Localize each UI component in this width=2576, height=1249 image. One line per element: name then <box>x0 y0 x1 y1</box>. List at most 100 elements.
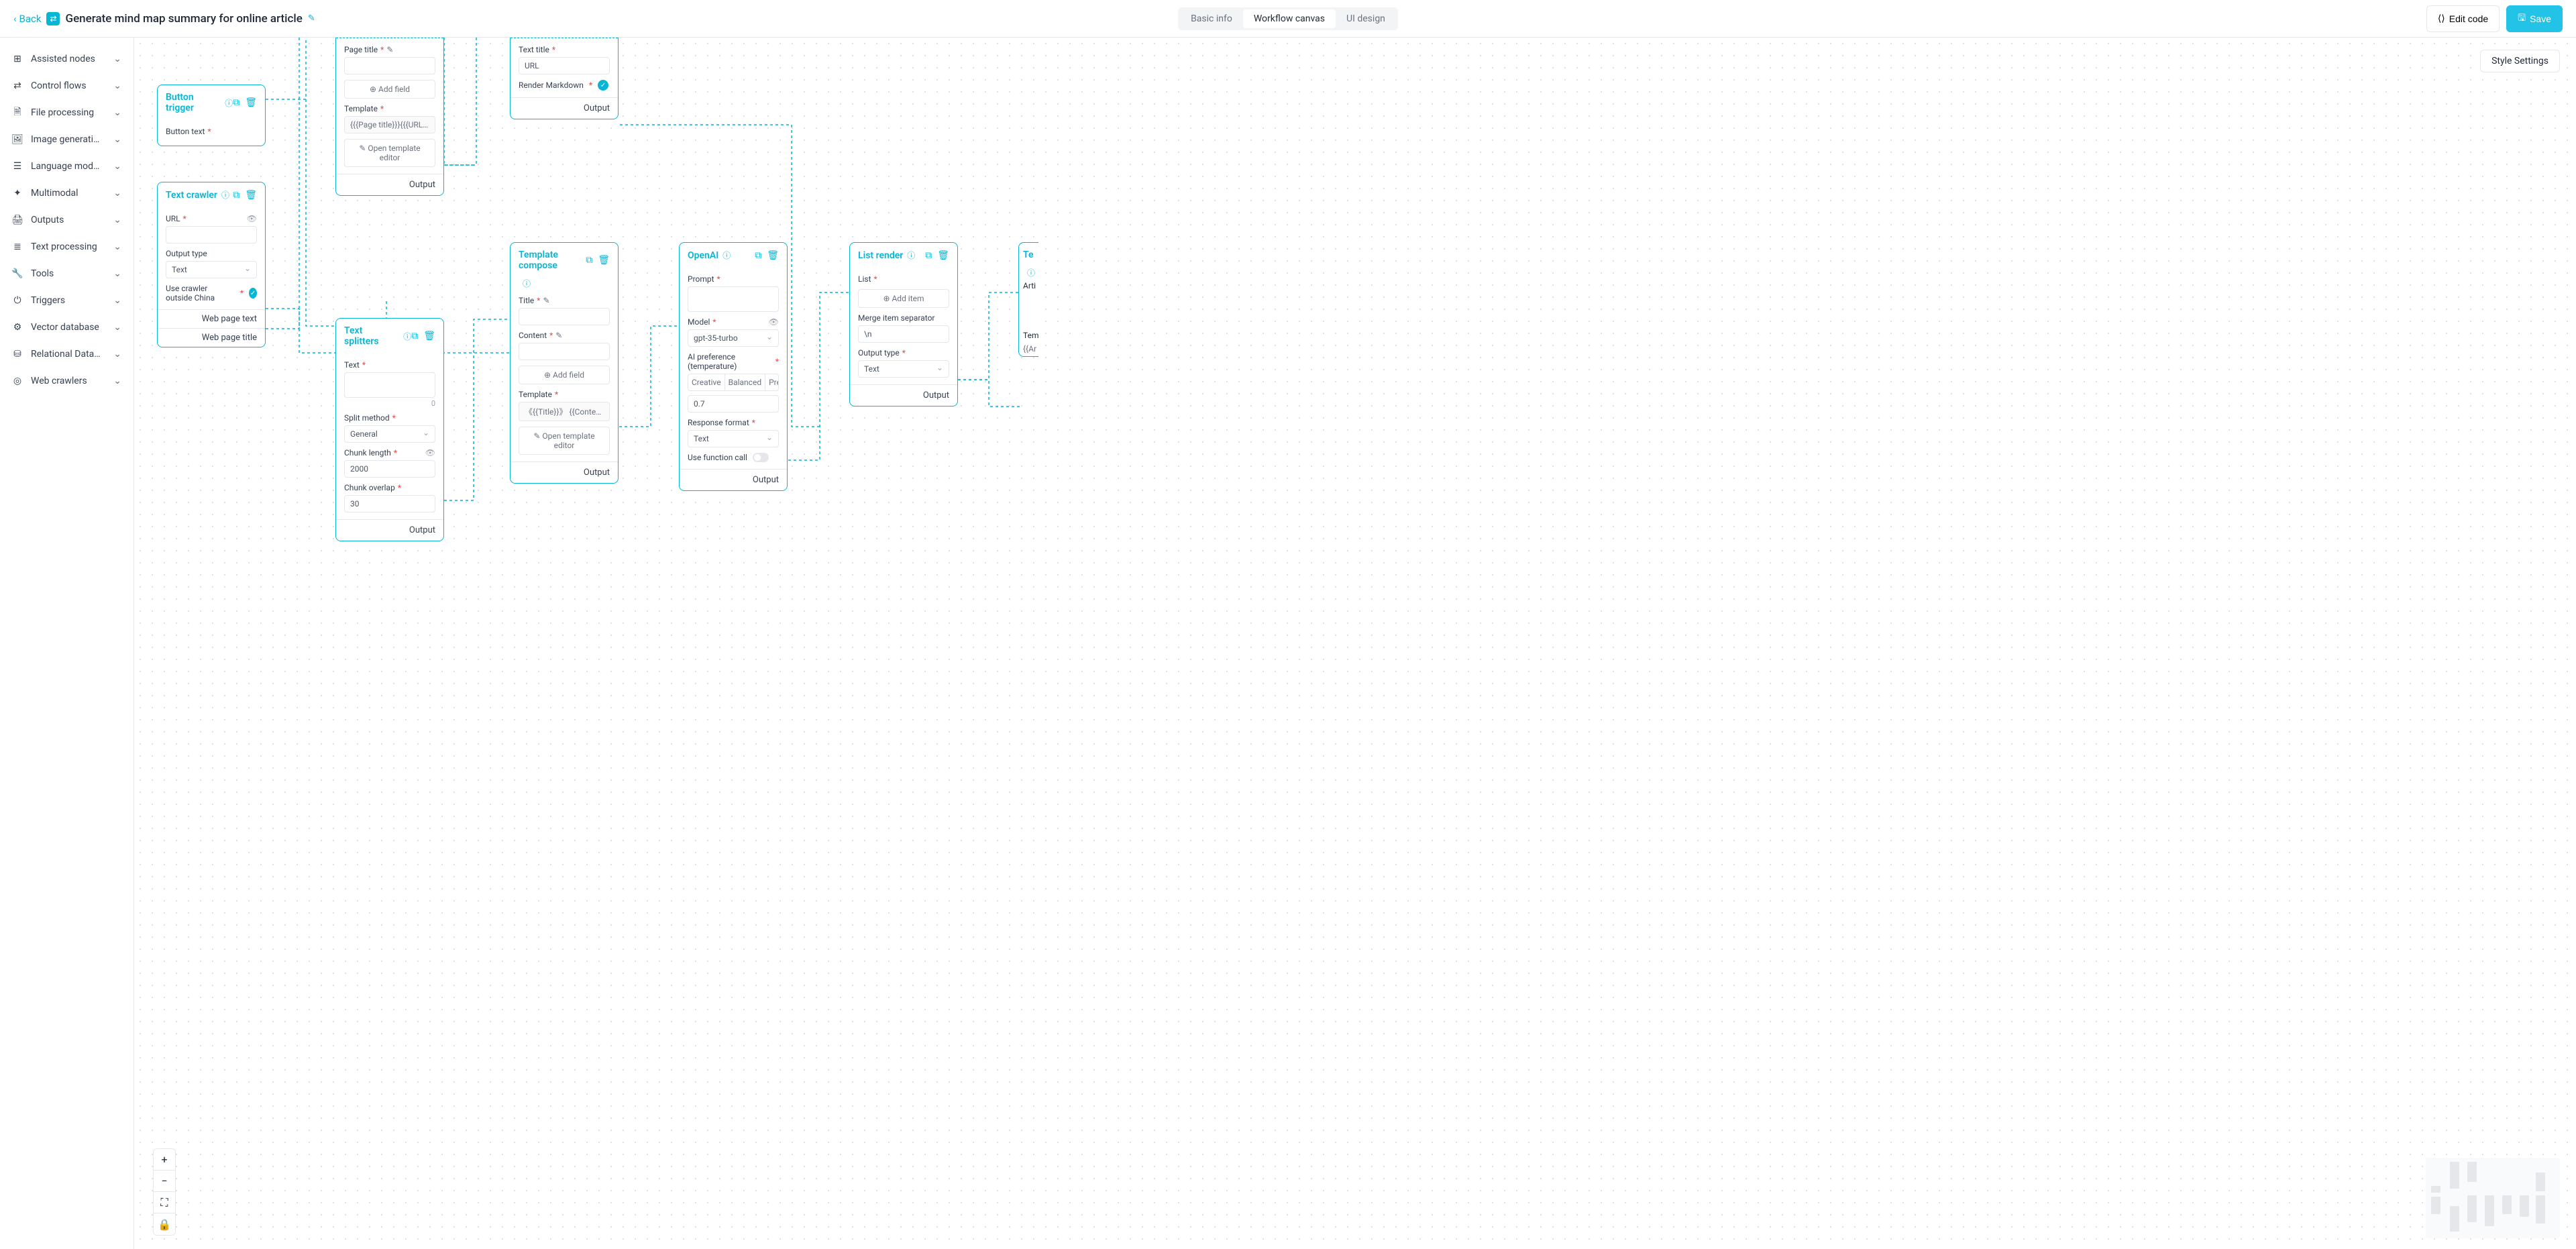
zoom-out-button[interactable]: − <box>154 1171 175 1192</box>
output-port[interactable]: Output <box>680 469 787 490</box>
edit-code-button[interactable]: ⟨⟩Edit code <box>2426 5 2500 32</box>
edit-icon[interactable]: ✎ <box>386 45 393 54</box>
seg-precise[interactable]: Precise <box>765 374 779 390</box>
node-template-top[interactable]: Page title*✎ ⊕ Add field Template* {{{Pa… <box>335 38 444 196</box>
tab-workflow-canvas[interactable]: Workflow canvas <box>1243 9 1336 28</box>
lock-button[interactable]: 🔒 <box>154 1213 175 1235</box>
minimap[interactable] <box>2426 1158 2560 1238</box>
edit-icon[interactable]: ✎ <box>555 331 562 340</box>
delete-icon[interactable]: 🗑 <box>598 255 610 266</box>
page-title-input[interactable] <box>344 57 435 74</box>
seg-balanced[interactable]: Balanced <box>724 374 765 390</box>
node-openai[interactable]: OpenAI ⓘ ⧉🗑 Prompt* Model*👁 gpt-35-turbo… <box>679 242 788 491</box>
delete-icon[interactable]: 🗑 <box>767 250 779 261</box>
back-link[interactable]: ‹ Back <box>13 13 41 25</box>
output-type-select[interactable]: Text <box>858 360 949 378</box>
add-field-button[interactable]: ⊕ Add field <box>519 366 610 384</box>
output-port[interactable]: Output <box>336 174 443 195</box>
sidebar-item-web-crawlers[interactable]: ◎Web crawlers⌄ <box>0 368 133 394</box>
sidebar-item-language-models[interactable]: ☰Language mod…⌄ <box>0 153 133 180</box>
node-button-trigger[interactable]: Button trigger ⓘ ⧉🗑 Button text* <box>157 85 266 146</box>
tab-basic-info[interactable]: Basic info <box>1180 9 1243 28</box>
chunk-length-input[interactable]: 2000 <box>344 460 435 478</box>
delete-icon[interactable]: 🗑 <box>245 97 257 108</box>
output-port-web-page-text[interactable]: Web page text <box>158 309 265 328</box>
sidebar-item-image-generation[interactable]: 🖼Image generati…⌄ <box>0 126 133 153</box>
response-format-select[interactable]: Text <box>688 430 779 447</box>
content-input[interactable] <box>519 343 610 360</box>
add-field-button[interactable]: ⊕ Add field <box>344 80 435 99</box>
output-port[interactable]: Output <box>336 519 443 541</box>
split-method-select[interactable]: General <box>344 425 435 443</box>
use-function-call-toggle[interactable] <box>753 453 769 462</box>
node-text-crawler[interactable]: Text crawler ⓘ ⧉🗑 URL*👁 Output type Text… <box>157 182 266 347</box>
text-input[interactable] <box>344 372 435 398</box>
sidebar-item-relational-data[interactable]: ⛁Relational Data…⌄ <box>0 341 133 368</box>
visibility-icon[interactable]: 👁 <box>425 448 435 457</box>
zoom-in-button[interactable]: + <box>154 1149 175 1171</box>
help-icon[interactable]: ⓘ <box>907 250 915 261</box>
chevron-down-icon: ⌄ <box>113 295 121 306</box>
sidebar-item-outputs[interactable]: 🖨Outputs⌄ <box>0 207 133 233</box>
sidebar-item-triggers[interactable]: ⏻Triggers⌄ <box>0 287 133 314</box>
chevron-down-icon: ⌄ <box>113 215 121 225</box>
output-type-select[interactable]: Text <box>166 261 257 278</box>
temperature-input[interactable]: 0.7 <box>688 395 779 413</box>
output-port[interactable]: Output <box>511 461 618 483</box>
prompt-input[interactable] <box>688 286 779 312</box>
sidebar-item-control-flows[interactable]: ⇄Control flows⌄ <box>0 72 133 99</box>
help-icon[interactable]: ⓘ <box>722 250 731 261</box>
text-title-input[interactable]: URL <box>519 57 610 74</box>
help-icon[interactable]: ⓘ <box>403 331 411 342</box>
copy-icon[interactable]: ⧉ <box>586 255 592 266</box>
delete-icon[interactable]: 🗑 <box>245 190 257 201</box>
help-icon[interactable]: ⓘ <box>225 97 233 109</box>
help-icon[interactable]: ⓘ <box>523 279 531 288</box>
delete-icon[interactable]: 🗑 <box>937 250 949 261</box>
edit-title-icon[interactable]: ✎ <box>308 13 315 23</box>
check-icon[interactable]: ✓ <box>249 288 257 298</box>
sidebar-item-text-processing[interactable]: ≣Text processing⌄ <box>0 233 133 260</box>
node-text-splitters[interactable]: Text splitters ⓘ ⧉🗑 Text* 0 Split method… <box>335 318 444 541</box>
copy-icon[interactable]: ⧉ <box>233 190 239 201</box>
sidebar-item-multimodal[interactable]: ✦Multimodal⌄ <box>0 180 133 207</box>
field-label: Content <box>519 331 547 340</box>
sidebar-item-file-processing[interactable]: 🗎File processing⌄ <box>0 99 133 126</box>
open-template-editor-button[interactable]: Open template editor <box>344 139 435 167</box>
edit-icon[interactable]: ✎ <box>543 296 549 305</box>
node-text-output-top[interactable]: Text title* URL Render Markdown*✓ Output <box>510 38 619 119</box>
visibility-icon[interactable]: 👁 <box>769 317 779 327</box>
title-input[interactable] <box>519 308 610 325</box>
chunk-overlap-input[interactable]: 30 <box>344 495 435 512</box>
web-crawlers-icon: ◎ <box>12 376 23 386</box>
tab-ui-design[interactable]: UI design <box>1336 9 1396 28</box>
sidebar-item-tools[interactable]: 🔧Tools⌄ <box>0 260 133 287</box>
delete-icon[interactable]: 🗑 <box>423 331 435 341</box>
node-template-compose[interactable]: Template compose ⧉🗑 ⓘ Title*✎ Content*✎ … <box>510 242 619 484</box>
check-icon[interactable]: ✓ <box>598 80 608 91</box>
output-port-web-page-title[interactable]: Web page title <box>158 328 265 347</box>
merge-separator-input[interactable]: \n <box>858 325 949 343</box>
fit-view-button[interactable]: ⛶ <box>154 1192 175 1213</box>
style-settings-button[interactable]: Style Settings <box>2480 50 2560 72</box>
copy-icon[interactable]: ⧉ <box>233 97 239 108</box>
sidebar-item-vector-database[interactable]: ⚙Vector database⌄ <box>0 314 133 341</box>
model-select[interactable]: gpt-35-turbo <box>688 329 779 347</box>
seg-creative[interactable]: Creative <box>688 374 724 390</box>
save-button[interactable]: 🖫Save <box>2506 5 2563 32</box>
node-list-render[interactable]: List render ⓘ ⧉🗑 List* ⊕ Add item Merge … <box>849 242 958 406</box>
add-item-button[interactable]: ⊕ Add item <box>858 289 949 308</box>
output-port[interactable]: Output <box>850 384 957 406</box>
workflow-canvas[interactable]: Style Settings Button trigger ⓘ ⧉🗑 <box>134 38 2576 1249</box>
copy-icon[interactable]: ⧉ <box>925 250 932 261</box>
output-port[interactable]: Output <box>511 97 618 119</box>
open-template-editor-button[interactable]: Open template editor <box>519 427 610 455</box>
help-icon[interactable]: ⓘ <box>1027 268 1035 278</box>
node-cutoff-right[interactable]: Te ⓘ Arti Tem {{Ar <box>1018 242 1038 357</box>
sidebar-item-assisted-nodes[interactable]: ⊞Assisted nodes⌄ <box>0 46 133 72</box>
help-icon[interactable]: ⓘ <box>221 189 229 201</box>
visibility-icon[interactable]: 👁 <box>247 214 257 223</box>
copy-icon[interactable]: ⧉ <box>411 331 418 341</box>
copy-icon[interactable]: ⧉ <box>755 250 761 261</box>
url-input[interactable] <box>166 226 257 243</box>
